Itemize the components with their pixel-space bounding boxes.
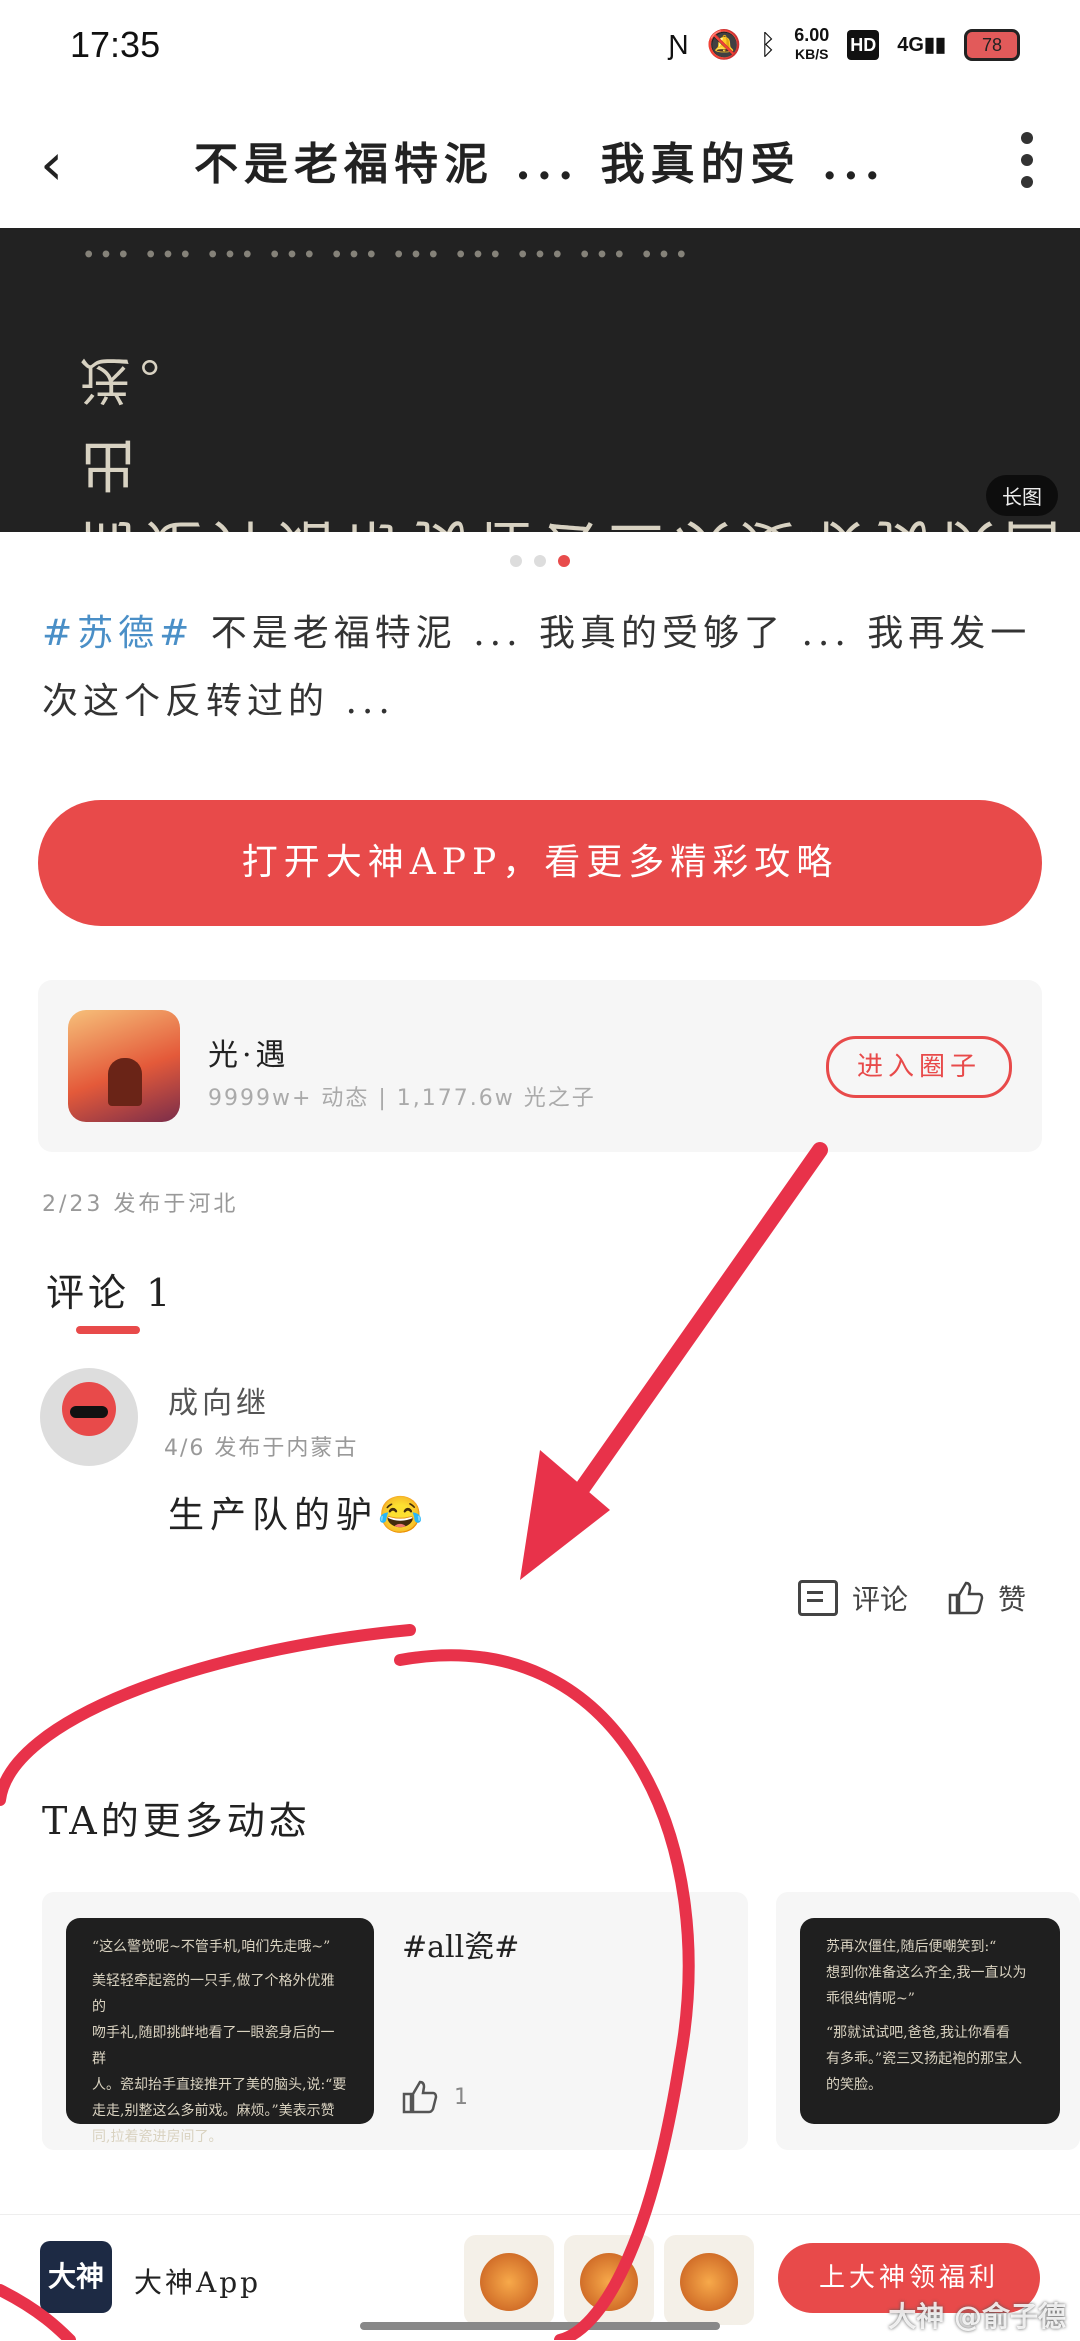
annotation-circle-icon xyxy=(0,1624,695,2340)
annotation-arrow-icon xyxy=(552,1142,828,1528)
annotation-overlay xyxy=(0,1142,828,2340)
